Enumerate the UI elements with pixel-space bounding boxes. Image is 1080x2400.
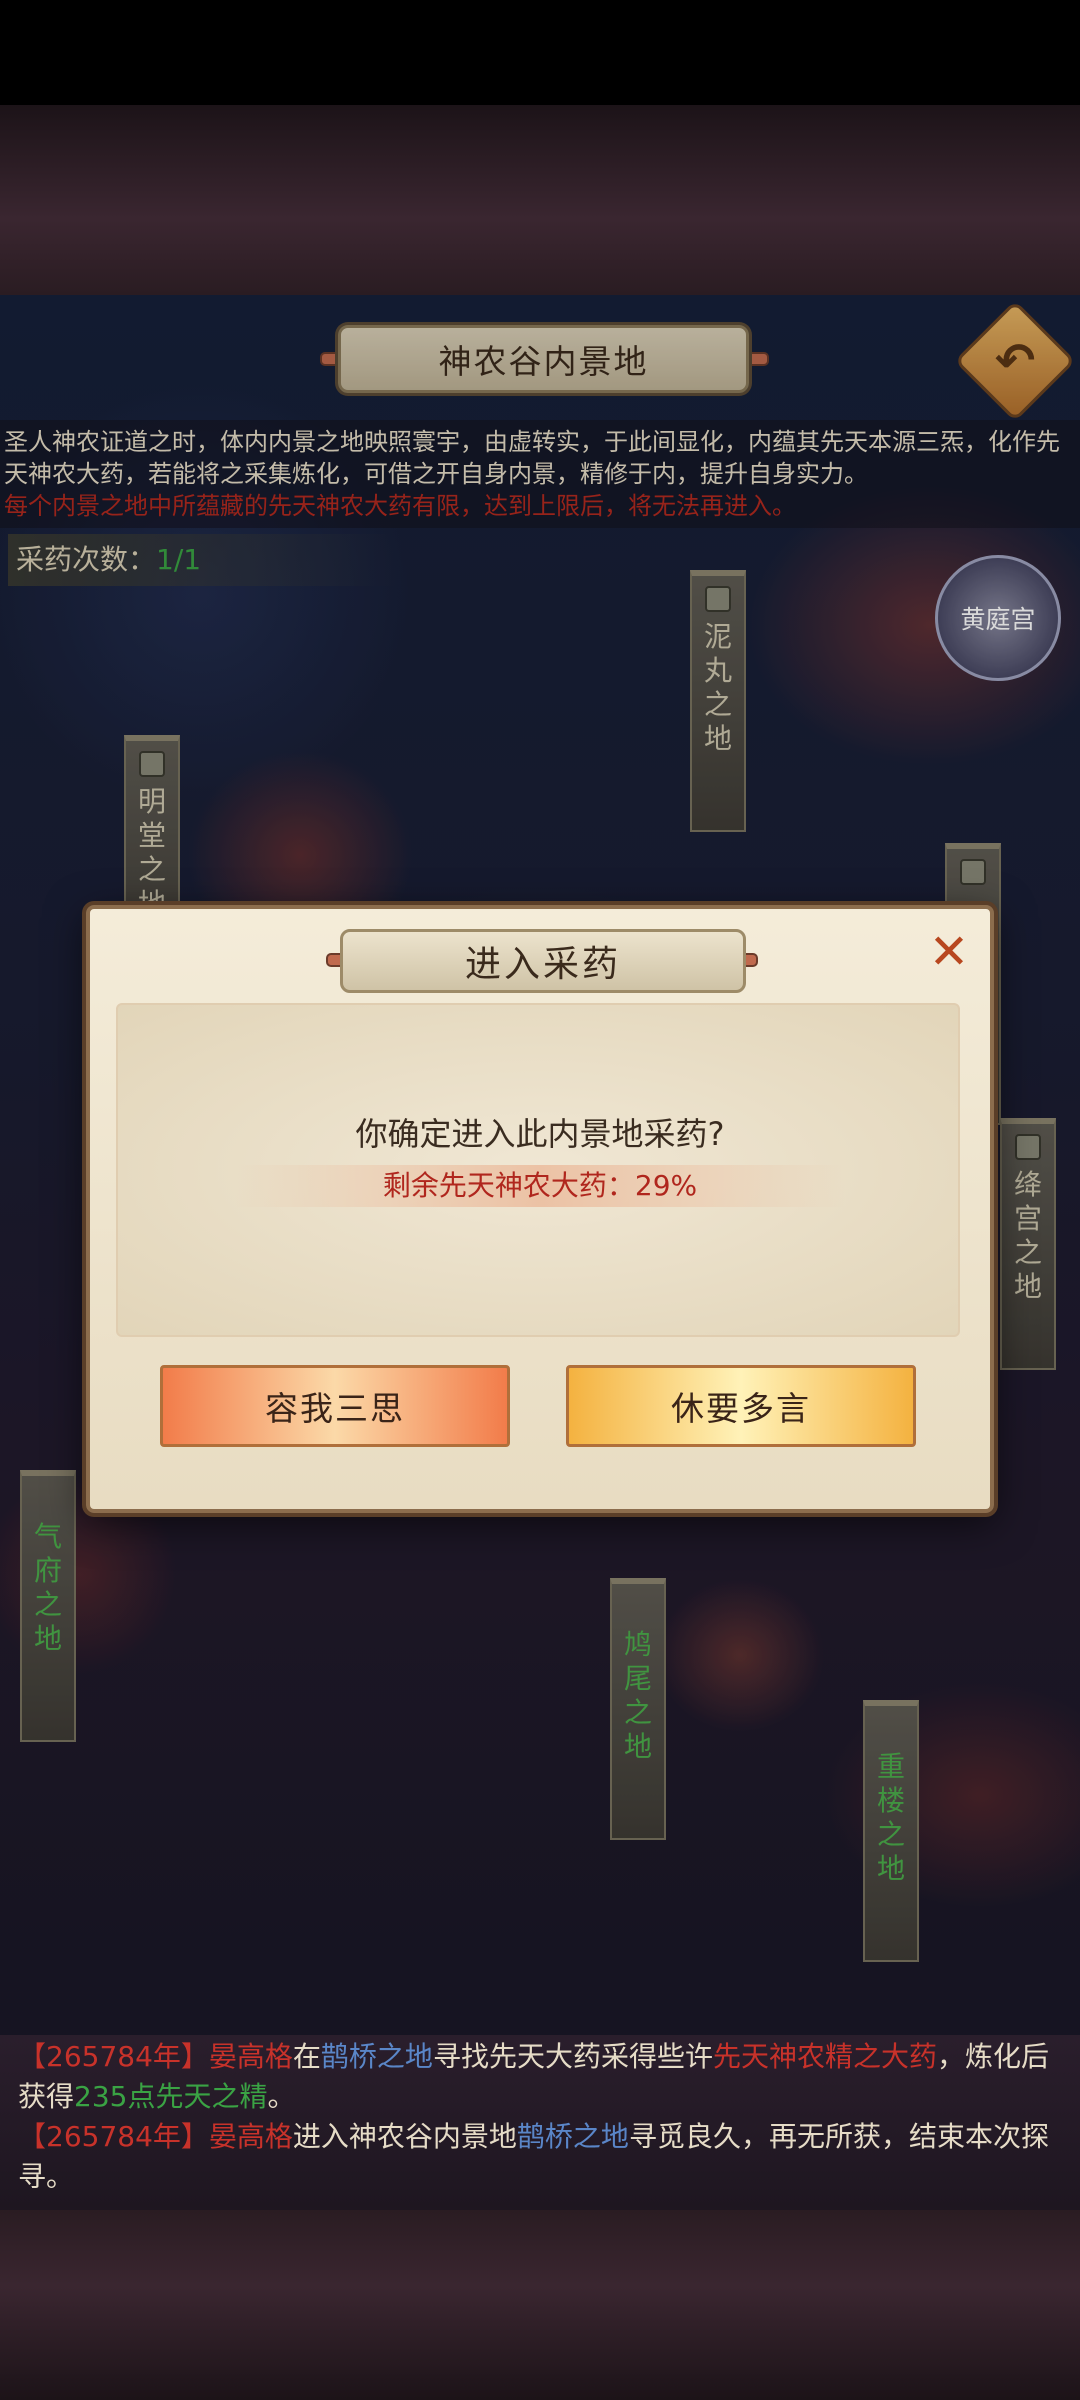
log-entry: 【265784年】晏高格进入神农谷内景地鹊桥之地寻觅良久，再无所获，结束本次探寻… [18,2120,1049,2193]
enter-harvest-dialog: 进入采药 ✕ 你确定进入此内景地采药? 剩余先天神农大药：29% 容我三思 休要… [86,905,994,1513]
close-icon[interactable]: ✕ [926,928,972,976]
remaining-herb-text: 剩余先天神农大药：29% [235,1165,845,1207]
dialog-question: 你确定进入此内景地采药? [355,1115,725,1153]
top-frame [0,105,1080,295]
status-bar-area [0,0,1080,105]
dialog-title: 进入采药 [340,929,746,993]
confirm-button[interactable]: 休要多言 [566,1365,916,1447]
cancel-button[interactable]: 容我三思 [160,1365,510,1447]
event-log: 【265784年】晏高格在鹊桥之地寻找先天大药采得些许先天神农精之大药，炼化后获… [0,2035,1080,2210]
bottom-frame [0,2210,1080,2400]
log-entry: 【265784年】晏高格在鹊桥之地寻找先天大药采得些许先天神农精之大药，炼化后获… [18,2040,1049,2113]
